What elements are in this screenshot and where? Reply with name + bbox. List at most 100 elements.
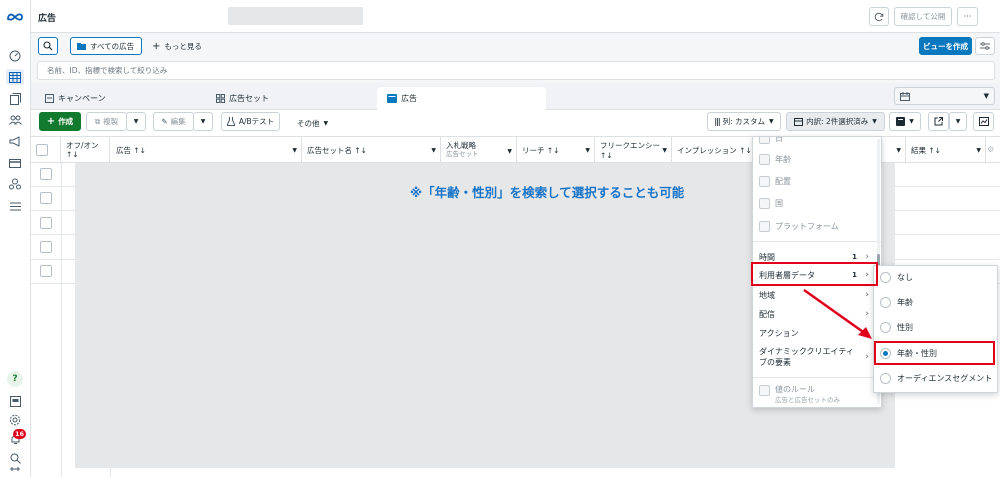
option-label: 年齢 [775,155,791,164]
column-ad[interactable]: 広告 ↑↓ ▼ [110,137,302,163]
radio-option-age[interactable]: 年齢 [880,297,913,308]
dashboard-gauge-icon[interactable] [6,48,24,64]
megaphone-icon[interactable] [6,133,24,149]
row-checkbox[interactable] [40,241,52,253]
all-ads-filter-button[interactable]: すべての広告 [70,37,142,55]
ads-table-icon[interactable] [6,69,24,85]
chevron-down-icon: ▼ [955,118,961,125]
divider [753,241,881,242]
menu-icon[interactable] [6,198,24,214]
column-results-label: 結果 ↑↓ [911,145,941,155]
checkbox[interactable] [759,221,770,232]
chevron-down-icon: ▼ [431,146,436,154]
breakdown-option-age[interactable]: 年齢 [759,154,791,165]
radio-button[interactable] [880,272,891,283]
column-on-off[interactable]: オフ/オン ↑↓ [61,137,110,163]
chevron-down-icon: ▼ [323,120,329,127]
plus-icon: + [46,116,56,127]
export-button[interactable] [928,112,949,131]
reports-icon[interactable] [6,393,24,409]
column-frequency[interactable]: フリークエンシー ↑↓ ▼ [595,137,672,163]
column-results[interactable]: 結果 ↑↓ ▼ [906,137,986,163]
help-icon[interactable]: ? [7,371,23,387]
search-toggle-button[interactable] [38,37,58,55]
settings-gear-icon[interactable] [6,412,24,428]
edit-dropdown-button[interactable]: ▼ [193,112,213,131]
search-icon[interactable] [6,450,24,466]
radio-button[interactable] [880,322,891,333]
breakdown-option-placement[interactable]: 配置 [759,176,791,187]
search-filter-input[interactable]: 名前、ID、指標で検索して絞り込み [37,61,995,80]
radio-option-audience-segment[interactable]: オーディエンスセグメント [880,373,992,384]
chart-icon [978,117,989,126]
column-impressions[interactable]: インプレッション ↑↓ [672,137,753,163]
columns-dropdown-button[interactable]: ||| 列: カスタム ▼ [707,112,781,131]
row-checkbox[interactable] [40,217,52,229]
radio-button[interactable] [880,373,891,384]
duplicate-label: 複製 [103,117,119,126]
tab-campaigns[interactable]: キャンペーン [35,87,201,110]
column-adset-name[interactable]: 広告セット名 ↑↓ ▼ [302,137,441,163]
column-prev-menu[interactable]: ▼ [883,137,906,163]
breakdown-option-day[interactable]: 日 [759,137,783,144]
demographics-submenu: なし 年齢 性別 年齢・性別 オーディエンスセグメント [873,265,998,393]
duplicate-dropdown-button[interactable]: ▼ [126,112,146,131]
duplicate-button[interactable]: ⧉ 複製 [86,112,127,131]
radio-option-gender[interactable]: 性別 [880,322,913,333]
column-bid-label: 入札戦略 [446,141,476,150]
edit-button[interactable]: ✎ 編集 [153,112,194,131]
export-icon [934,117,943,126]
more-filters-link[interactable]: + もっと見る [152,41,202,52]
column-reach[interactable]: リーチ ↑↓ ▼ [517,137,595,163]
radio-option-none[interactable]: なし [880,272,913,283]
billing-card-icon[interactable] [6,155,24,171]
review-publish-button[interactable]: 確認して公開 [894,7,952,26]
column-bid-sub: 広告セット [446,150,479,158]
tab-ads[interactable]: 広告 [377,87,546,110]
checkbox[interactable] [759,176,770,187]
reports-dropdown-button[interactable]: ▼ [889,112,921,131]
column-bid-strategy[interactable]: 入札戦略 広告セット ▼ [441,137,517,163]
meta-logo-icon[interactable] [5,9,25,25]
chevron-down-icon: ▼ [976,146,981,154]
annotation-arrow-icon [803,288,872,339]
tab-campaigns-label: キャンペーン [58,94,106,103]
create-view-button[interactable]: ビューを作成 [919,37,972,55]
breakdown-option-value-rules[interactable]: 値のルール 広告と広告セットのみ [759,385,840,405]
ab-test-button[interactable]: A/Bテスト [221,112,280,131]
row-checkbox[interactable] [40,192,52,204]
date-range-selector[interactable]: ▼ [894,87,995,105]
breakdown-option-platform[interactable]: プラットフォーム [759,221,839,232]
column-settings-gear-icon[interactable]: ⚙ [987,145,994,154]
more-tools-icon[interactable] [6,466,24,476]
tab-adsets[interactable]: 広告セット [206,87,371,110]
row-checkbox[interactable] [40,265,52,277]
checkbox[interactable] [759,198,770,209]
charts-button[interactable] [973,112,994,131]
audience-icon[interactable] [6,112,24,128]
other-actions-dropdown[interactable]: その他 ▼ [297,118,328,129]
view-settings-button[interactable] [975,37,995,55]
create-label: 作成 [58,117,74,126]
row-checkbox[interactable] [40,168,52,180]
create-button[interactable]: + 作成 [39,112,81,131]
more-options-button[interactable]: ··· [957,7,978,26]
checkbox[interactable] [759,137,770,144]
checkbox[interactable] [759,385,770,396]
select-all-checkbox[interactable] [36,144,48,156]
left-navigation-rail: ? 16 [0,0,31,477]
top-bar: 広告 確認して公開 ··· [31,0,1000,33]
checkbox[interactable] [759,154,770,165]
chevron-down-icon: ▼ [872,118,877,125]
column-adset-label: 広告セット名 ↑↓ [307,145,367,155]
breakdown-dropdown-button[interactable]: 内訳: 2件選択済み ▼ [786,112,885,131]
breakdown-group-dynamic-creative[interactable]: ダイナミッククリエイティブの要素 › [759,346,871,368]
refresh-button[interactable] [869,7,889,26]
pages-icon[interactable] [6,91,24,107]
radio-button[interactable] [880,297,891,308]
campaign-folder-icon [45,94,54,103]
group-label: 配信 [759,309,775,319]
business-tools-icon[interactable] [6,176,24,192]
export-dropdown-button[interactable]: ▼ [949,112,967,131]
breakdown-option-country[interactable]: 国 [759,198,783,209]
